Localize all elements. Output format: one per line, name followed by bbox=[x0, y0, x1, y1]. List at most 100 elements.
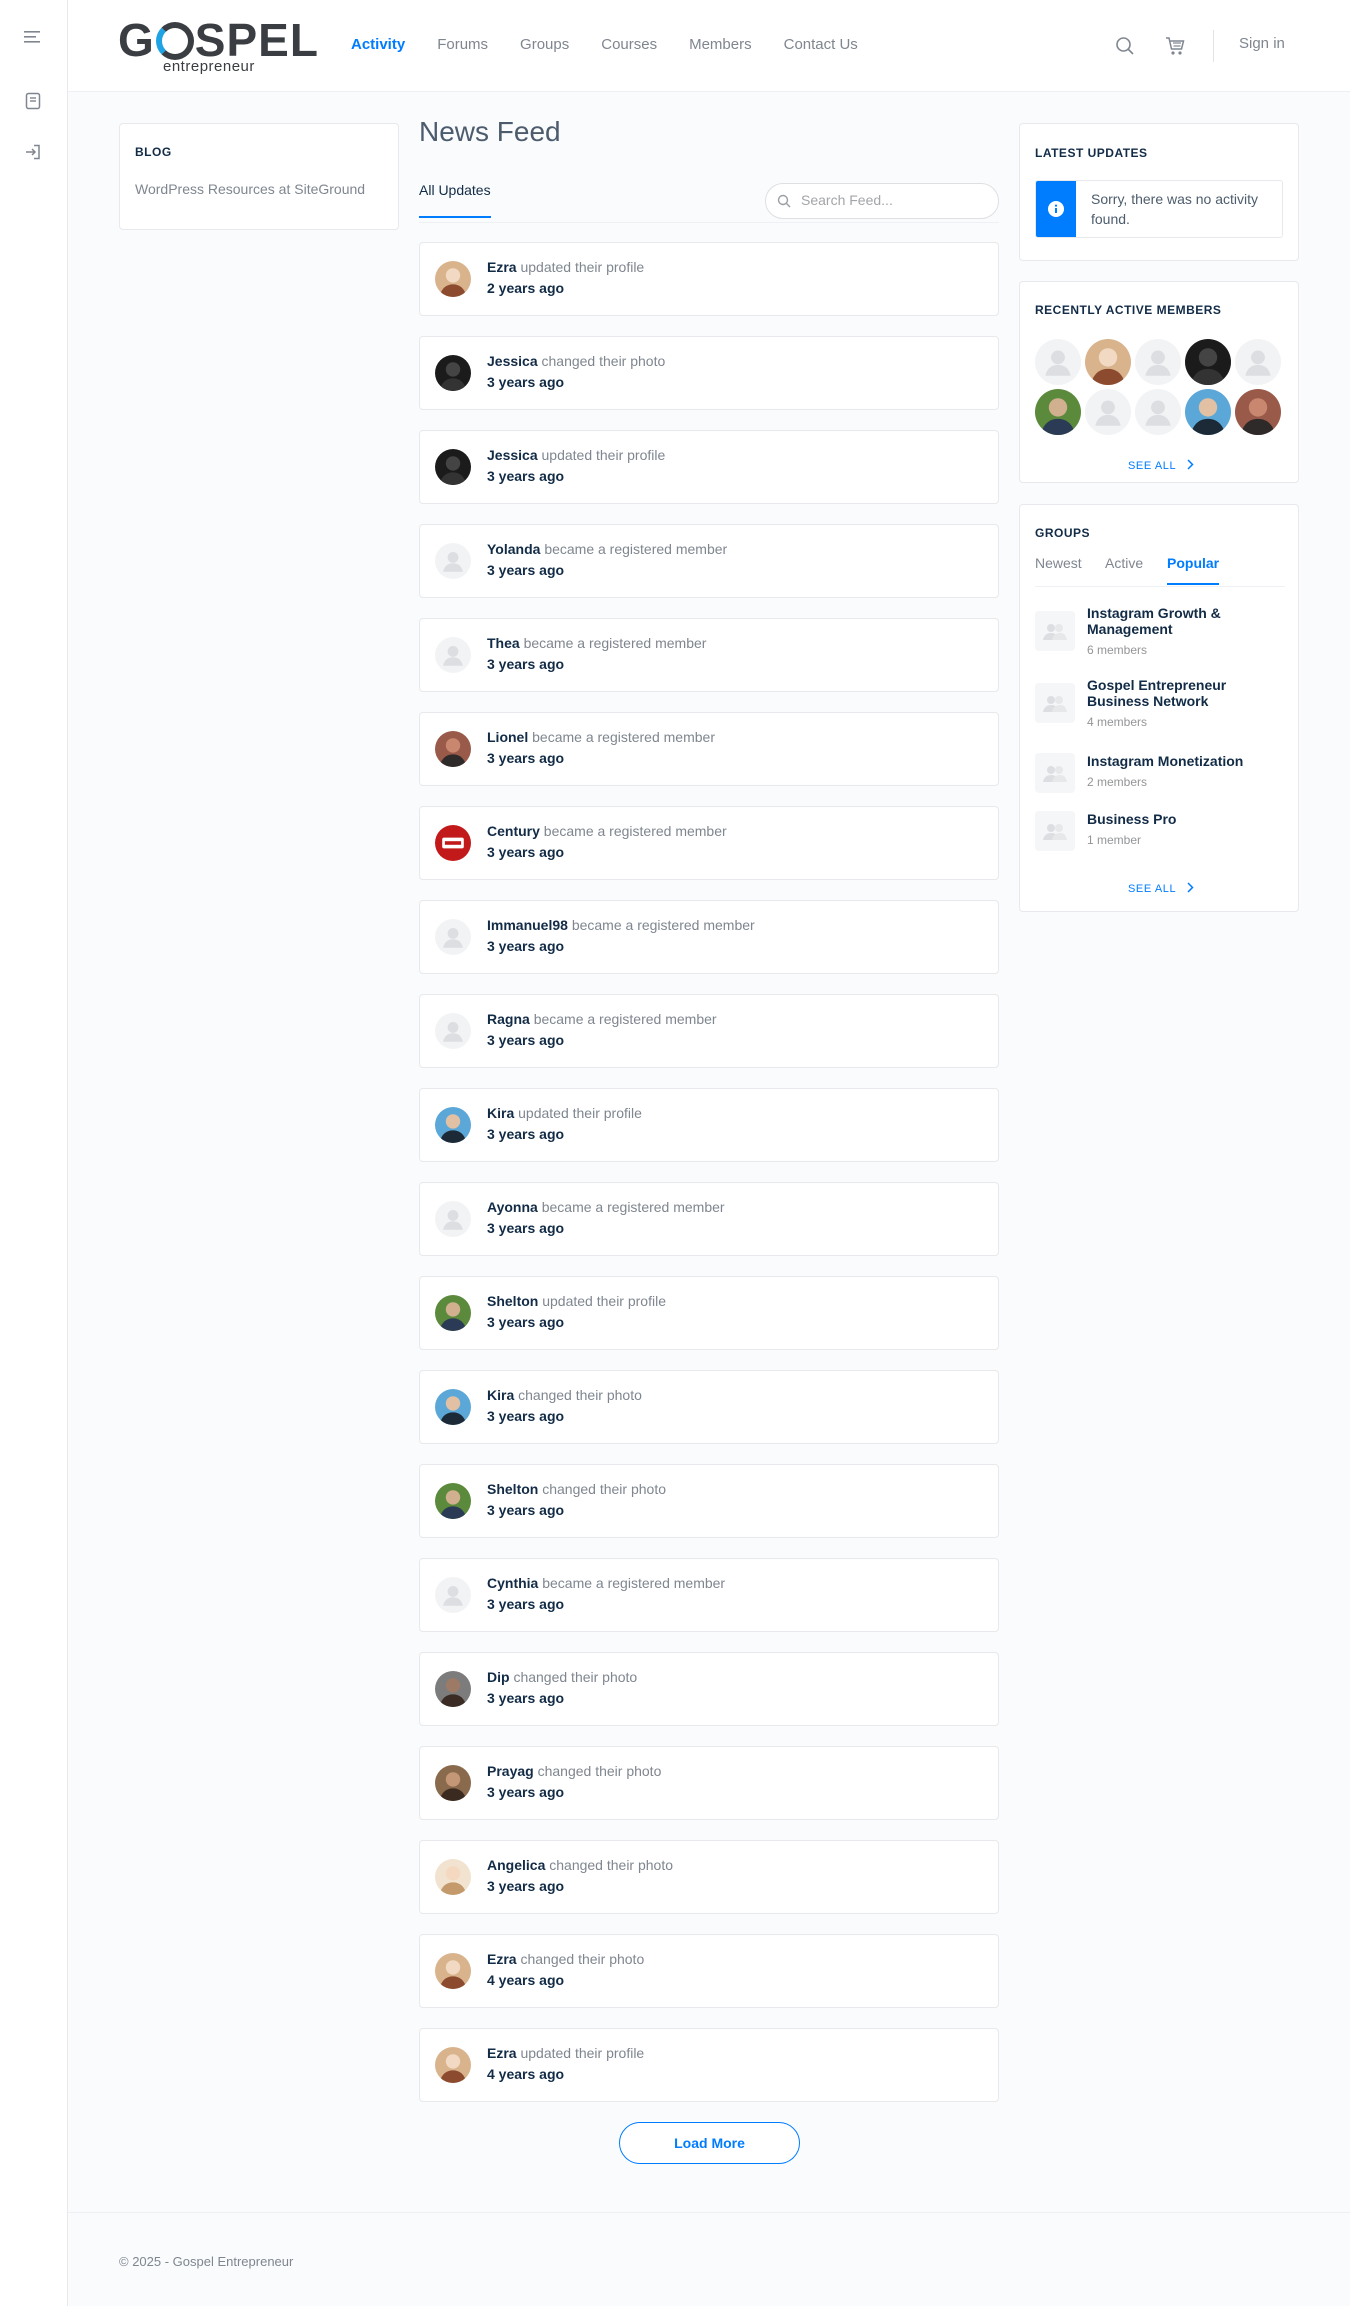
activity-timestamp[interactable]: 3 years ago bbox=[487, 938, 564, 954]
group-avatar-icon[interactable] bbox=[1035, 611, 1075, 651]
load-more-button[interactable]: Load More bbox=[619, 2122, 800, 2164]
avatar[interactable] bbox=[435, 449, 471, 485]
activity-timestamp[interactable]: 3 years ago bbox=[487, 1502, 564, 1518]
search-feed-input[interactable] bbox=[801, 192, 981, 208]
tab-active[interactable]: Active bbox=[1105, 555, 1143, 583]
activity-user-link[interactable]: Kira bbox=[487, 1105, 514, 1121]
activity-timestamp[interactable]: 3 years ago bbox=[487, 1032, 564, 1048]
activity-timestamp[interactable]: 3 years ago bbox=[487, 1314, 564, 1330]
nav-members[interactable]: Members bbox=[689, 36, 752, 53]
activity-user-link[interactable]: Angelica bbox=[487, 1857, 545, 1873]
activity-user-link[interactable]: Jessica bbox=[487, 353, 538, 369]
activity-timestamp[interactable]: 3 years ago bbox=[487, 1220, 564, 1236]
nav-courses[interactable]: Courses bbox=[601, 36, 657, 53]
activity-user-link[interactable]: Ezra bbox=[487, 1951, 517, 1967]
search-icon[interactable] bbox=[1115, 36, 1135, 61]
member-avatar[interactable] bbox=[1035, 339, 1081, 385]
avatar[interactable] bbox=[435, 543, 471, 579]
avatar[interactable] bbox=[435, 1201, 471, 1237]
member-avatar[interactable] bbox=[1135, 389, 1181, 435]
activity-user-link[interactable]: Yolanda bbox=[487, 541, 540, 557]
member-avatar[interactable] bbox=[1235, 339, 1281, 385]
blog-link[interactable]: WordPress Resources at SiteGround bbox=[135, 181, 383, 197]
member-avatar[interactable] bbox=[1035, 389, 1081, 435]
member-avatar[interactable] bbox=[1085, 339, 1131, 385]
tab-popular[interactable]: Popular bbox=[1167, 555, 1220, 585]
avatar[interactable] bbox=[435, 1295, 471, 1331]
group-name[interactable]: Business Pro bbox=[1087, 811, 1287, 827]
avatar[interactable] bbox=[435, 637, 471, 673]
activity-user-link[interactable]: Ragna bbox=[487, 1011, 530, 1027]
activity-timestamp[interactable]: 3 years ago bbox=[487, 656, 564, 672]
activity-user-link[interactable]: Lionel bbox=[487, 729, 528, 745]
group-name[interactable]: Gospel Entrepreneur Business Network bbox=[1087, 677, 1287, 709]
avatar[interactable] bbox=[435, 1577, 471, 1613]
avatar[interactable] bbox=[435, 2047, 471, 2083]
menu-icon[interactable] bbox=[22, 26, 44, 48]
avatar[interactable] bbox=[435, 1107, 471, 1143]
avatar[interactable] bbox=[435, 1013, 471, 1049]
see-all-groups-link[interactable]: SEE ALL bbox=[1128, 882, 1195, 896]
activity-timestamp[interactable]: 3 years ago bbox=[487, 468, 564, 484]
activity-timestamp[interactable]: 3 years ago bbox=[487, 1878, 564, 1894]
site-logo[interactable]: G SPEL entrepreneur bbox=[118, 14, 328, 76]
avatar[interactable] bbox=[435, 731, 471, 767]
activity-user-link[interactable]: Jessica bbox=[487, 447, 538, 463]
activity-timestamp[interactable]: 3 years ago bbox=[487, 1784, 564, 1800]
activity-user-link[interactable]: Dip bbox=[487, 1669, 510, 1685]
activity-user-link[interactable]: Thea bbox=[487, 635, 520, 651]
activity-timestamp[interactable]: 3 years ago bbox=[487, 1408, 564, 1424]
member-avatar[interactable] bbox=[1185, 339, 1231, 385]
activity-timestamp[interactable]: 3 years ago bbox=[487, 562, 564, 578]
activity-timestamp[interactable]: 3 years ago bbox=[487, 1690, 564, 1706]
member-avatar[interactable] bbox=[1185, 389, 1231, 435]
see-all-members-link[interactable]: SEE ALL bbox=[1128, 459, 1195, 473]
activity-user-link[interactable]: Ezra bbox=[487, 259, 517, 275]
group-name[interactable]: Instagram Monetization bbox=[1087, 753, 1287, 769]
activity-user-link[interactable]: Ezra bbox=[487, 2045, 517, 2061]
activity-user-link[interactable]: Shelton bbox=[487, 1481, 538, 1497]
avatar[interactable] bbox=[435, 1765, 471, 1801]
activity-timestamp[interactable]: 3 years ago bbox=[487, 844, 564, 860]
avatar[interactable] bbox=[435, 1389, 471, 1425]
sign-in-link[interactable]: Sign in bbox=[1239, 35, 1285, 52]
nav-activity[interactable]: Activity bbox=[351, 36, 405, 53]
activity-timestamp[interactable]: 3 years ago bbox=[487, 1126, 564, 1142]
avatar[interactable] bbox=[435, 355, 471, 391]
group-avatar-icon[interactable] bbox=[1035, 811, 1075, 851]
avatar[interactable] bbox=[435, 261, 471, 297]
nav-contact-us[interactable]: Contact Us bbox=[784, 36, 858, 53]
member-avatar[interactable] bbox=[1085, 389, 1131, 435]
activity-timestamp[interactable]: 3 years ago bbox=[487, 374, 564, 390]
activity-timestamp[interactable]: 4 years ago bbox=[487, 1972, 564, 1988]
cart-icon[interactable] bbox=[1164, 35, 1186, 62]
activity-user-link[interactable]: Immanuel98 bbox=[487, 917, 568, 933]
activity-user-link[interactable]: Shelton bbox=[487, 1293, 538, 1309]
nav-groups[interactable]: Groups bbox=[520, 36, 569, 53]
avatar[interactable] bbox=[435, 825, 471, 861]
activity-user-link[interactable]: Cynthia bbox=[487, 1575, 538, 1591]
tab-all-updates[interactable]: All Updates bbox=[419, 182, 491, 218]
member-avatar[interactable] bbox=[1135, 339, 1181, 385]
login-icon[interactable] bbox=[22, 141, 44, 163]
nav-forums[interactable]: Forums bbox=[437, 36, 488, 53]
avatar[interactable] bbox=[435, 919, 471, 955]
book-icon[interactable] bbox=[22, 90, 44, 112]
tab-newest[interactable]: Newest bbox=[1035, 555, 1082, 583]
activity-timestamp[interactable]: 3 years ago bbox=[487, 750, 564, 766]
group-avatar-icon[interactable] bbox=[1035, 683, 1075, 723]
activity-user-link[interactable]: Century bbox=[487, 823, 540, 839]
activity-timestamp[interactable]: 2 years ago bbox=[487, 280, 564, 296]
group-avatar-icon[interactable] bbox=[1035, 753, 1075, 793]
activity-user-link[interactable]: Ayonna bbox=[487, 1199, 538, 1215]
activity-user-link[interactable]: Prayag bbox=[487, 1763, 534, 1779]
group-name[interactable]: Instagram Growth & Management bbox=[1087, 605, 1287, 637]
avatar[interactable] bbox=[435, 1483, 471, 1519]
avatar[interactable] bbox=[435, 1953, 471, 1989]
avatar[interactable] bbox=[435, 1671, 471, 1707]
avatar[interactable] bbox=[435, 1859, 471, 1895]
activity-user-link[interactable]: Kira bbox=[487, 1387, 514, 1403]
member-avatar[interactable] bbox=[1235, 389, 1281, 435]
activity-timestamp[interactable]: 4 years ago bbox=[487, 2066, 564, 2082]
activity-timestamp[interactable]: 3 years ago bbox=[487, 1596, 564, 1612]
